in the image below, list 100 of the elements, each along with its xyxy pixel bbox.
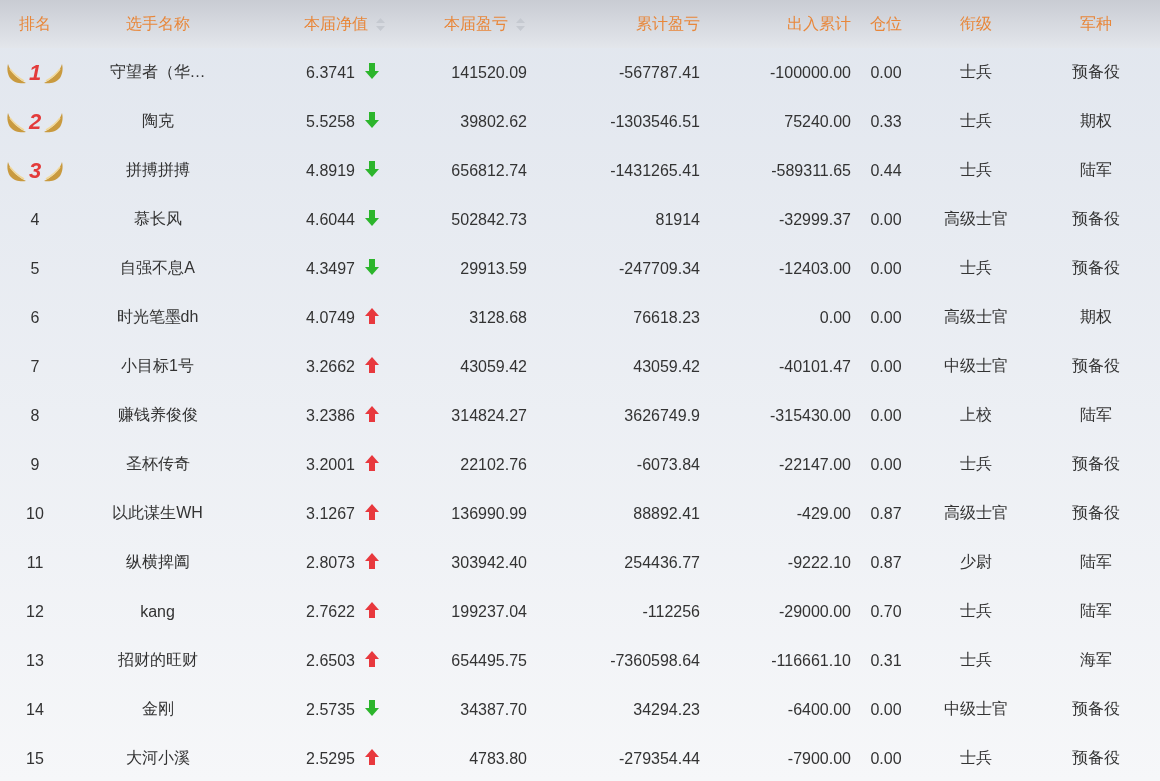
table-cell: -116661.10 xyxy=(771,651,851,669)
table-cell: 赚钱养俊俊 xyxy=(117,406,198,423)
table-cell: 士兵 xyxy=(960,602,992,619)
table-cell: -429.00 xyxy=(796,504,851,522)
table-cell: 2.7622 xyxy=(306,602,355,620)
table-cell: 2.5295 xyxy=(306,749,355,767)
table-cell: 士兵 xyxy=(960,63,992,80)
table-cell: 4.3497 xyxy=(306,259,355,277)
table-cell: 预备役 xyxy=(1071,455,1120,472)
table-cell: 士兵 xyxy=(960,651,992,668)
table-cell: 士兵 xyxy=(960,112,992,129)
table-cell: 4.8919 xyxy=(306,161,355,179)
table-cell: -6073.84 xyxy=(636,455,700,473)
column-header: 累计盈亏 xyxy=(636,13,700,34)
table-cell: 199237.04 xyxy=(451,602,527,620)
table-cell: 以此谋生WH xyxy=(112,504,203,521)
table-cell: 高级士官 xyxy=(944,210,1008,227)
table-cell: 2.5735 xyxy=(306,700,355,718)
rank-number: 6 xyxy=(30,308,40,327)
table-cell: 22102.76 xyxy=(460,455,527,473)
table-cell: 0.00 xyxy=(870,406,902,424)
table-cell: 0.00 xyxy=(870,455,902,473)
table-cell: 76618.23 xyxy=(633,308,700,326)
table-cell: 3626749.9 xyxy=(624,406,700,424)
table-cell: 海军 xyxy=(1079,651,1112,668)
table-cell: 0.00 xyxy=(870,749,902,767)
rank-number: 1 xyxy=(28,59,42,86)
table-cell: 303942.40 xyxy=(451,553,527,571)
table-cell: -22147.00 xyxy=(778,455,851,473)
column-header[interactable]: 本届净值 xyxy=(304,13,368,35)
table-cell: 0.00 xyxy=(870,259,902,277)
table-cell: 预备役 xyxy=(1071,700,1120,717)
table-cell: -279354.44 xyxy=(619,749,700,767)
table-cell: 2.6503 xyxy=(306,651,355,669)
table-cell: 314824.27 xyxy=(451,406,527,424)
table-cell: 自强不息A xyxy=(120,259,195,276)
table-cell: 0.00 xyxy=(870,63,902,81)
table-cell: 圣杯传奇 xyxy=(125,455,190,472)
table-cell: 43059.42 xyxy=(460,357,527,375)
rank-number: 11 xyxy=(26,553,44,572)
table-cell: 0.00 xyxy=(819,308,851,326)
table-cell: -589311.65 xyxy=(771,161,851,179)
table-cell: 0.44 xyxy=(870,161,902,179)
table-cell: 0.00 xyxy=(870,210,902,228)
table-cell: 0.00 xyxy=(870,700,902,718)
table-cell: -9222.10 xyxy=(787,553,851,571)
rank-number: 12 xyxy=(26,602,44,621)
table-cell: -29000.00 xyxy=(778,602,851,620)
column-header: 仓位 xyxy=(870,13,902,34)
table-cell: 34387.70 xyxy=(460,700,527,718)
table-cell: 守望者（华… xyxy=(109,63,206,80)
table-cell: 士兵 xyxy=(960,455,992,472)
table-cell: 中级士官 xyxy=(944,700,1008,717)
table-cell: 预备役 xyxy=(1071,259,1120,276)
table-cell: 4.6044 xyxy=(306,210,355,228)
table-cell: 656812.74 xyxy=(451,161,527,179)
table-cell: 75240.00 xyxy=(784,112,851,130)
table-cell: 小目标1号 xyxy=(121,357,194,374)
rank-number: 10 xyxy=(26,504,44,523)
table-cell: -7360598.64 xyxy=(610,651,700,669)
table-cell: 陆军 xyxy=(1079,406,1112,423)
table-cell: 0.00 xyxy=(870,357,902,375)
table-cell: 34294.23 xyxy=(633,700,700,718)
column-header: 衔级 xyxy=(960,13,992,34)
table-cell: 141520.09 xyxy=(451,63,527,81)
table-cell: -12403.00 xyxy=(778,259,851,277)
table-cell: 29913.59 xyxy=(460,259,527,277)
table-cell: 81914 xyxy=(655,210,700,228)
table-cell: 拼搏拼搏 xyxy=(125,161,190,178)
table-cell: 高级士官 xyxy=(944,504,1008,521)
table-cell: 5.5258 xyxy=(306,112,355,130)
column-header: 出入累计 xyxy=(787,13,851,34)
table-cell: 6.3741 xyxy=(306,63,355,81)
table-cell: 4.0749 xyxy=(306,308,355,326)
table-cell: 士兵 xyxy=(960,161,992,178)
column-header: 选手名称 xyxy=(125,13,190,34)
table-cell: 慕长风 xyxy=(133,210,182,227)
table-cell: kang xyxy=(140,602,175,620)
rank-number: 8 xyxy=(30,406,40,425)
table-cell: 期权 xyxy=(1079,308,1112,325)
table-cell: 时光笔墨dh xyxy=(116,308,199,325)
table-cell: -1303546.51 xyxy=(610,112,700,130)
table-cell: 预备役 xyxy=(1071,63,1120,80)
table-cell: -32999.37 xyxy=(778,210,851,228)
column-header[interactable]: 本届盈亏 xyxy=(444,13,508,35)
table-cell: 39802.62 xyxy=(460,112,527,130)
table-cell: -247709.34 xyxy=(619,259,700,277)
table-cell: -315430.00 xyxy=(770,406,851,424)
table-cell: -567787.41 xyxy=(619,63,700,81)
rank-number: 5 xyxy=(30,259,40,278)
column-header: 排名 xyxy=(19,13,51,34)
table-cell: 88892.41 xyxy=(633,504,700,522)
table-cell: 4783.80 xyxy=(469,749,527,767)
table-cell: 3.1267 xyxy=(306,504,355,522)
table-cell: 0.31 xyxy=(870,651,902,669)
table-cell: -1431265.41 xyxy=(610,161,700,179)
table-cell: 0.87 xyxy=(870,553,902,571)
rank-number: 4 xyxy=(30,210,40,229)
table-cell: 士兵 xyxy=(960,259,992,276)
table-cell: 136990.99 xyxy=(451,504,527,522)
